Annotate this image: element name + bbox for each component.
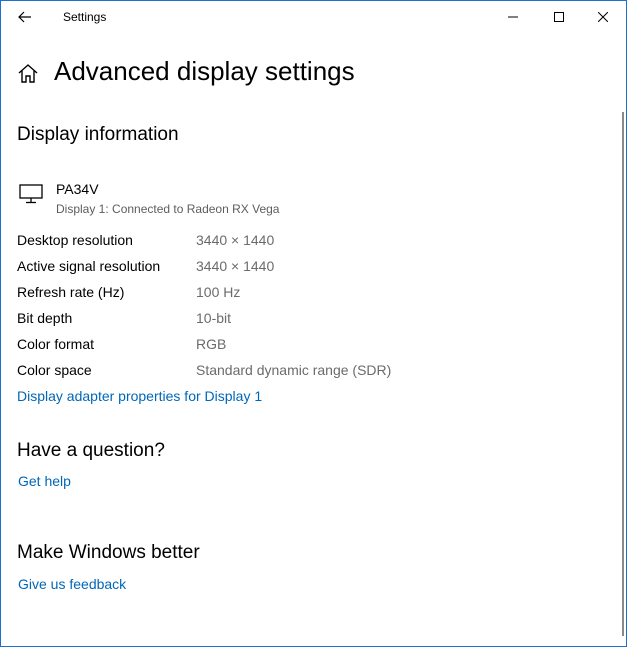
get-help-link[interactable]: Get help [18,473,71,489]
display-information-heading: Display information [17,124,179,145]
have-a-question-heading: Have a question? [17,440,165,461]
minimize-icon [508,16,518,18]
minimize-button[interactable] [490,1,536,33]
info-label: Refresh rate (Hz) [17,284,125,300]
info-value: 100 Hz [196,284,241,300]
close-icon [598,12,608,22]
title-bar: Settings [1,1,626,33]
info-label: Desktop resolution [17,232,133,248]
give-feedback-link[interactable]: Give us feedback [18,576,126,592]
info-value: 3440 × 1440 [196,258,275,274]
info-value: Standard dynamic range (SDR) [196,362,392,378]
info-row-bit-depth: Bit depth 10-bit [17,310,577,336]
info-label: Color format [17,336,95,352]
home-icon[interactable] [17,63,39,85]
info-label: Active signal resolution [17,258,161,274]
info-row-color-format: Color format RGB [17,336,577,362]
page-title: Advanced display settings [54,56,355,86]
info-value: 3440 × 1440 [196,232,275,248]
monitor-name: PA34V [56,181,99,197]
maximize-icon [554,12,564,22]
info-label: Bit depth [17,310,73,326]
info-row-active-signal-resolution: Active signal resolution 3440 × 1440 [17,258,577,284]
info-value: 10-bit [196,310,232,326]
info-row-color-space: Color space Standard dynamic range (SDR) [17,362,577,388]
display-adapter-properties-link[interactable]: Display adapter properties for Display 1 [17,388,262,404]
make-windows-better-heading: Make Windows better [17,542,200,563]
settings-window: Settings Advanced display settings Displ… [0,0,627,647]
info-label: Color space [17,362,92,378]
maximize-button[interactable] [536,1,582,33]
close-button[interactable] [580,1,626,33]
info-row-refresh-rate: Refresh rate (Hz) 100 Hz [17,284,577,310]
vertical-scrollbar[interactable] [622,112,624,636]
monitor-icon [19,184,43,204]
back-button[interactable] [9,1,41,33]
info-value: RGB [196,336,227,352]
back-arrow-icon [18,11,31,23]
app-title: Settings [63,10,107,24]
monitor-connection-text: Display 1: Connected to Radeon RX Vega [56,202,280,216]
info-row-desktop-resolution: Desktop resolution 3440 × 1440 [17,232,577,258]
